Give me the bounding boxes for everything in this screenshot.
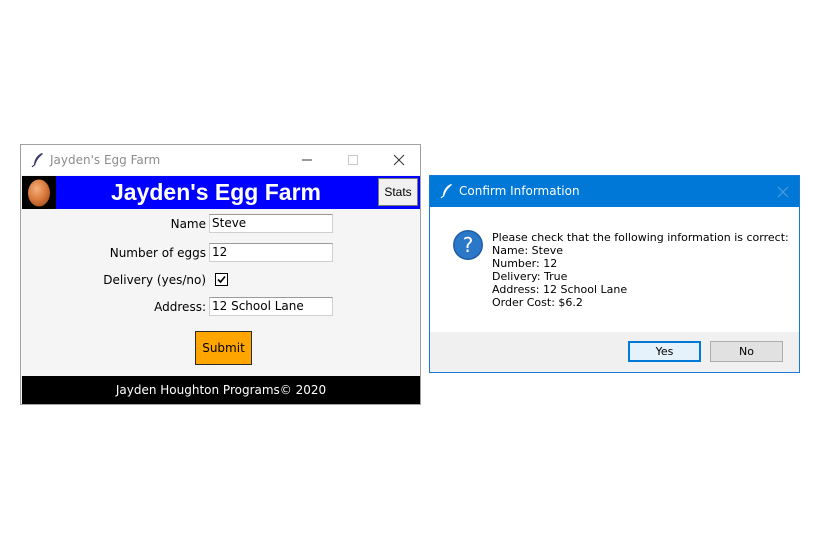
yes-button[interactable]: Yes (628, 341, 701, 362)
close-icon (777, 186, 789, 198)
message-line: Name: Steve (492, 244, 563, 257)
name-field[interactable]: Steve (209, 214, 333, 233)
feather-icon (31, 152, 45, 168)
submit-button[interactable]: Submit (195, 331, 252, 365)
eggs-field[interactable]: 12 (209, 243, 333, 262)
dialog-button-bar: Yes No (430, 332, 799, 372)
main-window-title: Jayden's Egg Farm (50, 153, 161, 167)
delivery-checkbox[interactable] (215, 273, 228, 286)
question-icon: ? (453, 230, 483, 260)
minimize-button[interactable] (284, 145, 330, 175)
main-titlebar[interactable]: Jayden's Egg Farm (21, 145, 420, 175)
address-field[interactable]: 12 School Lane (209, 297, 333, 316)
minimize-icon (302, 159, 312, 161)
maximize-button[interactable] (330, 145, 376, 175)
address-label: Address: (154, 300, 206, 314)
checkmark-icon (217, 275, 226, 284)
name-label: Name (170, 217, 206, 231)
footer-copyright: Jayden Houghton Programs© 2020 (22, 376, 420, 404)
message-line: Address: 12 School Lane (492, 283, 628, 296)
close-icon (393, 154, 405, 166)
svg-text:?: ? (463, 233, 474, 257)
stats-button[interactable]: Stats (378, 178, 418, 206)
header-title: Jayden's Egg Farm (111, 179, 321, 205)
message-line: Number: 12 (492, 257, 558, 270)
no-button[interactable]: No (710, 341, 783, 362)
feather-icon (440, 183, 454, 199)
egg-icon (28, 179, 50, 207)
message-line: Please check that the following informat… (492, 231, 789, 244)
close-button[interactable] (376, 145, 422, 175)
delivery-label: Delivery (yes/no) (103, 273, 206, 287)
dialog-message: Please check that the following informat… (492, 231, 789, 309)
dialog-titlebar[interactable]: Confirm Information (430, 176, 799, 207)
egg-logo (22, 176, 56, 209)
maximize-icon (348, 155, 358, 165)
message-line: Order Cost: $6.2 (492, 296, 583, 309)
dialog-close-button[interactable] (769, 176, 799, 207)
confirm-dialog: Confirm Information ? Please check that … (429, 175, 800, 373)
dialog-title: Confirm Information (459, 184, 580, 198)
header-bar: Jayden's Egg Farm Stats (22, 176, 420, 209)
eggs-label: Number of eggs (109, 246, 206, 260)
main-window: Jayden's Egg Farm Jayden's Egg Farm Stat… (20, 144, 421, 405)
message-line: Delivery: True (492, 270, 568, 283)
